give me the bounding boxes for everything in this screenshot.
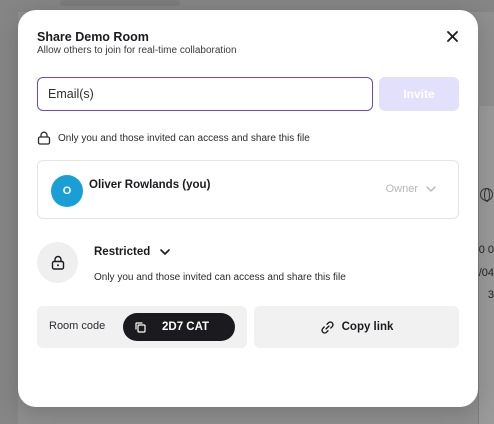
general-access-icon-wrap [37, 242, 78, 283]
access-notice: Only you and those invited can access an… [37, 131, 310, 145]
member-name: Oliver Rowlands (you) [89, 179, 211, 191]
chevron-down-icon [426, 186, 436, 192]
app-left-panel [0, 12, 18, 424]
copy-link-button[interactable]: Copy link [254, 306, 459, 348]
room-code-label: Room code [49, 320, 106, 332]
dialog-subtitle: Allow others to join for real-time colla… [37, 45, 237, 56]
general-access-level: Restricted [94, 246, 151, 258]
close-button[interactable] [444, 28, 460, 44]
link-icon [320, 320, 334, 334]
access-notice-text: Only you and those invited can access an… [58, 132, 310, 144]
copy-link-label: Copy link [341, 321, 394, 333]
avatar: O [51, 175, 83, 207]
general-access-dropdown[interactable]: Restricted [94, 246, 171, 258]
email-input[interactable] [37, 77, 373, 111]
role-dropdown[interactable]: Owner [386, 183, 436, 195]
app-tab [60, 0, 180, 6]
dialog-title: Share Demo Room [37, 30, 149, 44]
share-dialog: Share Demo Room Allow others to join for… [18, 10, 478, 407]
lock-icon [51, 255, 64, 270]
general-access-description: Only you and those invited can access an… [94, 272, 346, 283]
app-right-panel [478, 106, 494, 424]
room-code-box: Room code 2D7 CAT [37, 306, 247, 348]
invite-button[interactable]: Invite [379, 77, 459, 111]
background-text: 0 0 [478, 244, 494, 256]
lock-icon [37, 131, 51, 145]
room-code-value: 2D7 CAT [162, 321, 210, 333]
background-text: 3 [487, 289, 494, 301]
copy-icon [135, 321, 146, 333]
close-icon [446, 30, 458, 42]
room-code-copy-button[interactable]: 2D7 CAT [123, 313, 235, 341]
globe-icon [480, 188, 493, 202]
member-row: O Oliver Rowlands (you) Owner [37, 160, 459, 219]
chevron-down-icon [160, 249, 171, 255]
role-label: Owner [385, 183, 418, 195]
